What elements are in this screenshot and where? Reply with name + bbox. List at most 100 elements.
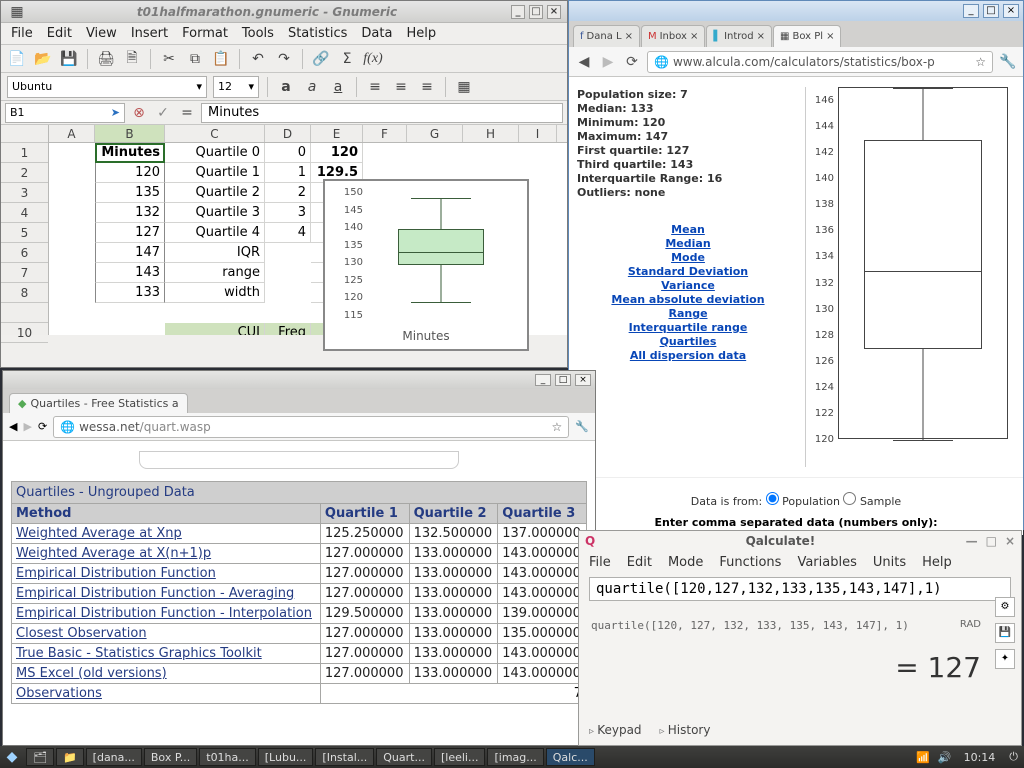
sheet-cell[interactable]: width [165,283,265,303]
wrench-icon[interactable]: 🔧 [575,420,589,433]
taskbar-clock[interactable]: 10:14 [956,751,1004,764]
history-toggle[interactable]: History [660,723,711,737]
col-header[interactable]: E [311,125,363,142]
minimize-button[interactable]: _ [535,374,551,386]
row-header[interactable]: 6 [1,243,48,263]
maximize-button[interactable]: □ [986,534,997,548]
row-header[interactable]: 3 [1,183,48,203]
menu-help[interactable]: Help [406,26,436,41]
tray-network-icon[interactable]: 📶 [912,751,934,764]
menu-statistics[interactable]: Statistics [288,26,347,41]
maximize-button[interactable]: □ [555,374,571,386]
sheet-cell[interactable]: 147 [95,243,165,263]
store-icon[interactable]: 💾 [995,623,1015,643]
tab-facebook[interactable]: fDana L× [573,25,640,47]
menu-edit[interactable]: Edit [47,26,72,41]
qalculate-input[interactable] [589,577,1011,601]
sheet-cell[interactable]: Quartile 0 [165,143,265,163]
equals-icon[interactable]: = [177,103,197,123]
taskbar-button[interactable]: Box P... [144,748,197,766]
tab-boxplot[interactable]: ▦Box Pl× [773,25,841,47]
row-header[interactable]: 8 [1,283,48,303]
sheet-cell[interactable]: 132 [95,203,165,223]
col-header[interactable]: A [49,125,95,142]
undo-icon[interactable]: ↶ [248,49,268,69]
method-link[interactable]: Weighted Average at X(n+1)p [12,544,321,564]
row-header[interactable]: 5 [1,223,48,243]
open-file-icon[interactable]: 📂 [33,49,53,69]
cut-icon[interactable]: ✂ [159,49,179,69]
observations-label[interactable]: Observations [12,684,321,704]
sheet-cell[interactable]: Quartile 4 [165,223,265,243]
method-link[interactable]: MS Excel (old versions) [12,664,321,684]
row-header[interactable] [1,303,48,323]
sheet-cell[interactable]: 143 [95,263,165,283]
sheet-cell[interactable]: Quartile 3 [165,203,265,223]
stats-link[interactable]: All dispersion data [577,349,799,362]
url-input[interactable]: 🌐 wessa.net/quart.wasp ☆ [53,416,569,438]
menu-mode[interactable]: Mode [668,555,703,570]
print-preview-icon[interactable]: 🗎 [122,49,142,69]
tray-volume-icon[interactable]: 🔊 [934,751,956,764]
sheet-cell[interactable]: Freq [265,323,311,335]
redo-icon[interactable]: ↷ [274,49,294,69]
cell-reference-box[interactable]: B1 ➤ [5,103,125,123]
gnumeric-boxplot[interactable]: 150145140135130125120115 Minutes [323,179,529,351]
row-header[interactable]: 2 [1,163,48,183]
taskbar-button[interactable]: Quart... [376,748,432,766]
menu-file[interactable]: File [11,26,33,41]
sheet-cell[interactable]: IQR [165,243,265,263]
tab-gmail[interactable]: MInbox× [641,25,705,47]
tray-logout-icon[interactable]: ⏻ [1003,750,1024,764]
stats-link[interactable]: Range [577,307,799,320]
method-link[interactable]: Empirical Distribution Function [12,564,321,584]
maximize-button[interactable]: □ [983,4,999,18]
menu-functions[interactable]: Functions [719,555,781,570]
start-menu-icon[interactable]: ◆ [0,747,24,767]
taskbar-button[interactable]: [Instal... [315,748,374,766]
forward-icon[interactable]: ▶ [23,420,31,433]
close-button[interactable]: × [575,374,591,386]
row-header[interactable]: 4 [1,203,48,223]
sheet-cell[interactable]: CUI [165,323,265,335]
menu-variables[interactable]: Variables [797,555,856,570]
star-icon[interactable]: ☆ [975,55,986,69]
align-right-icon[interactable]: ≡ [417,77,437,97]
method-link[interactable]: True Basic - Statistics Graphics Toolkit [12,644,321,664]
formula-input[interactable]: Minutes [201,103,563,123]
stats-link[interactable]: Mode [577,251,799,264]
menu-format[interactable]: Format [182,26,228,41]
sheet-cell[interactable]: 0 [265,143,311,163]
new-file-icon[interactable]: 📄 [7,49,27,69]
copy-icon[interactable]: ⧉ [185,49,205,69]
merge-cells-icon[interactable]: ▦ [454,77,474,97]
forward-icon[interactable]: ▶ [599,53,617,71]
align-center-icon[interactable]: ≡ [391,77,411,97]
row-header[interactable]: 10 [1,323,48,343]
function-icon[interactable]: f(x) [363,49,383,69]
sheet-cell[interactable]: 127 [95,223,165,243]
row-header[interactable]: 7 [1,263,48,283]
back-icon[interactable]: ◀ [9,420,17,433]
print-icon[interactable]: 🖨 [96,49,116,69]
close-button[interactable]: × [547,5,561,19]
tab-intro[interactable]: ▌Introd× [706,25,772,47]
taskbar-app[interactable]: 📁 [56,748,84,766]
col-header[interactable]: D [265,125,311,142]
sheet-cell[interactable]: 120 [311,143,363,163]
url-input[interactable]: 🌐 www.alcula.com/calculators/statistics/… [647,51,993,73]
minimize-button[interactable]: _ [511,5,525,19]
col-header[interactable]: F [363,125,407,142]
accept-edit-icon[interactable]: ✓ [153,103,173,123]
menu-help[interactable]: Help [922,555,952,570]
sheet-cell[interactable]: Minutes [95,143,165,163]
sheet-cell[interactable]: range [165,263,265,283]
sheet-cell[interactable]: 3 [265,203,311,223]
menu-edit[interactable]: Edit [627,555,652,570]
menu-units[interactable]: Units [873,555,906,570]
tab-quartiles[interactable]: ◆ Quartiles - Free Statistics a [9,393,188,413]
underline-icon[interactable]: a [328,77,348,97]
sheet-cell[interactable]: 1 [265,163,311,183]
stats-link[interactable]: Median [577,237,799,250]
col-header[interactable]: H [463,125,519,142]
